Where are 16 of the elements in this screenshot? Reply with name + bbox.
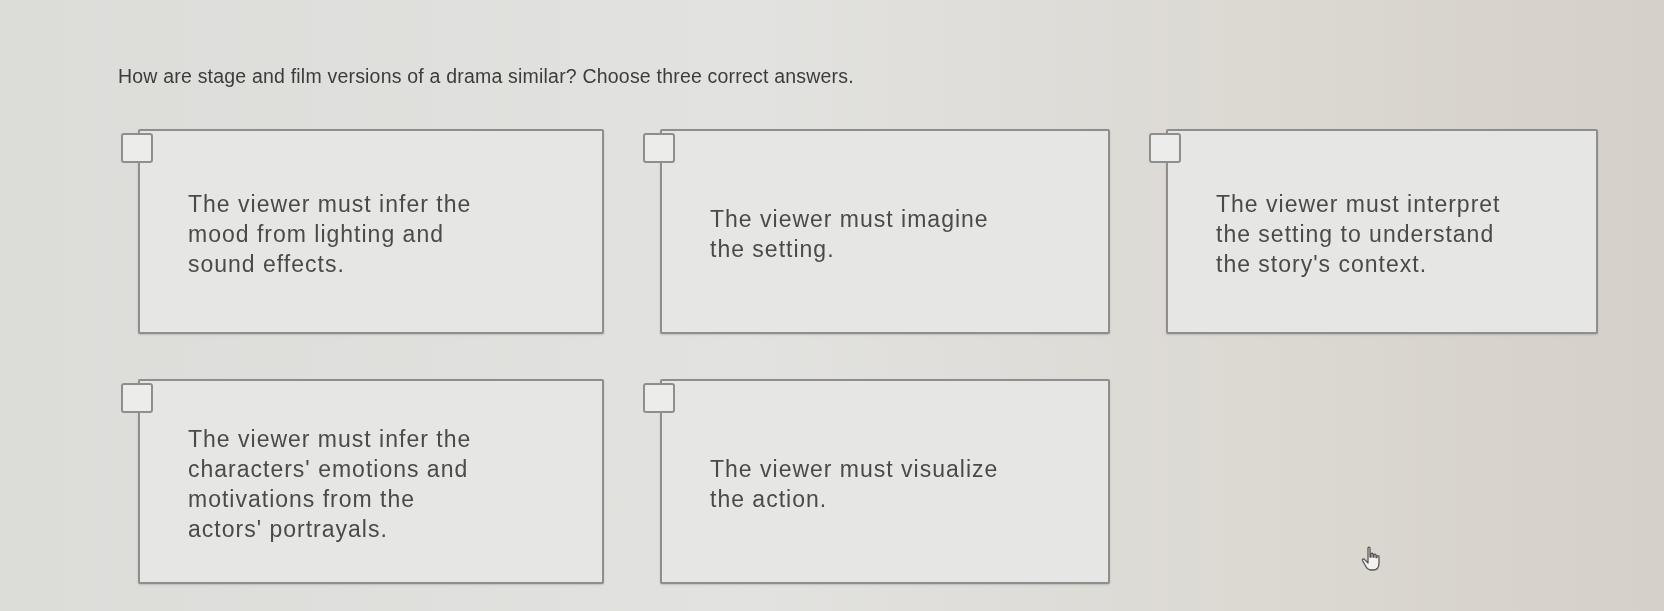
answer-card[interactable]: The viewer must interpret the setting to understand the story's context. — [1166, 129, 1598, 335]
checkbox[interactable] — [643, 133, 675, 164]
option-text: The viewer must infer the characters' emotions and motivations from the actors' portrayals. — [188, 424, 473, 544]
question-text: How are stage and film versions of a drama similar? Choose three correct answers. — [118, 64, 854, 89]
checkbox[interactable] — [643, 383, 675, 414]
answer-card[interactable]: The viewer must infer the characters' emotions and motivations from the actors' portrayals. — [138, 379, 604, 585]
checkbox[interactable] — [121, 383, 153, 414]
option-text: The viewer must visualize the action. — [710, 454, 1000, 514]
option-text: The viewer must interpret the setting to understand the story's context. — [1216, 189, 1502, 279]
checkbox[interactable] — [1149, 133, 1181, 164]
option-text: The viewer must imagine the setting. — [710, 204, 990, 264]
answer-card[interactable]: The viewer must infer the mood from lighting and sound effects. — [138, 129, 604, 335]
option-text: The viewer must infer the mood from lighting and sound effects. — [188, 189, 473, 279]
checkbox[interactable] — [121, 133, 153, 164]
answer-card[interactable]: The viewer must visualize the action. — [660, 379, 1110, 585]
answer-card[interactable]: The viewer must imagine the setting. — [660, 129, 1110, 335]
